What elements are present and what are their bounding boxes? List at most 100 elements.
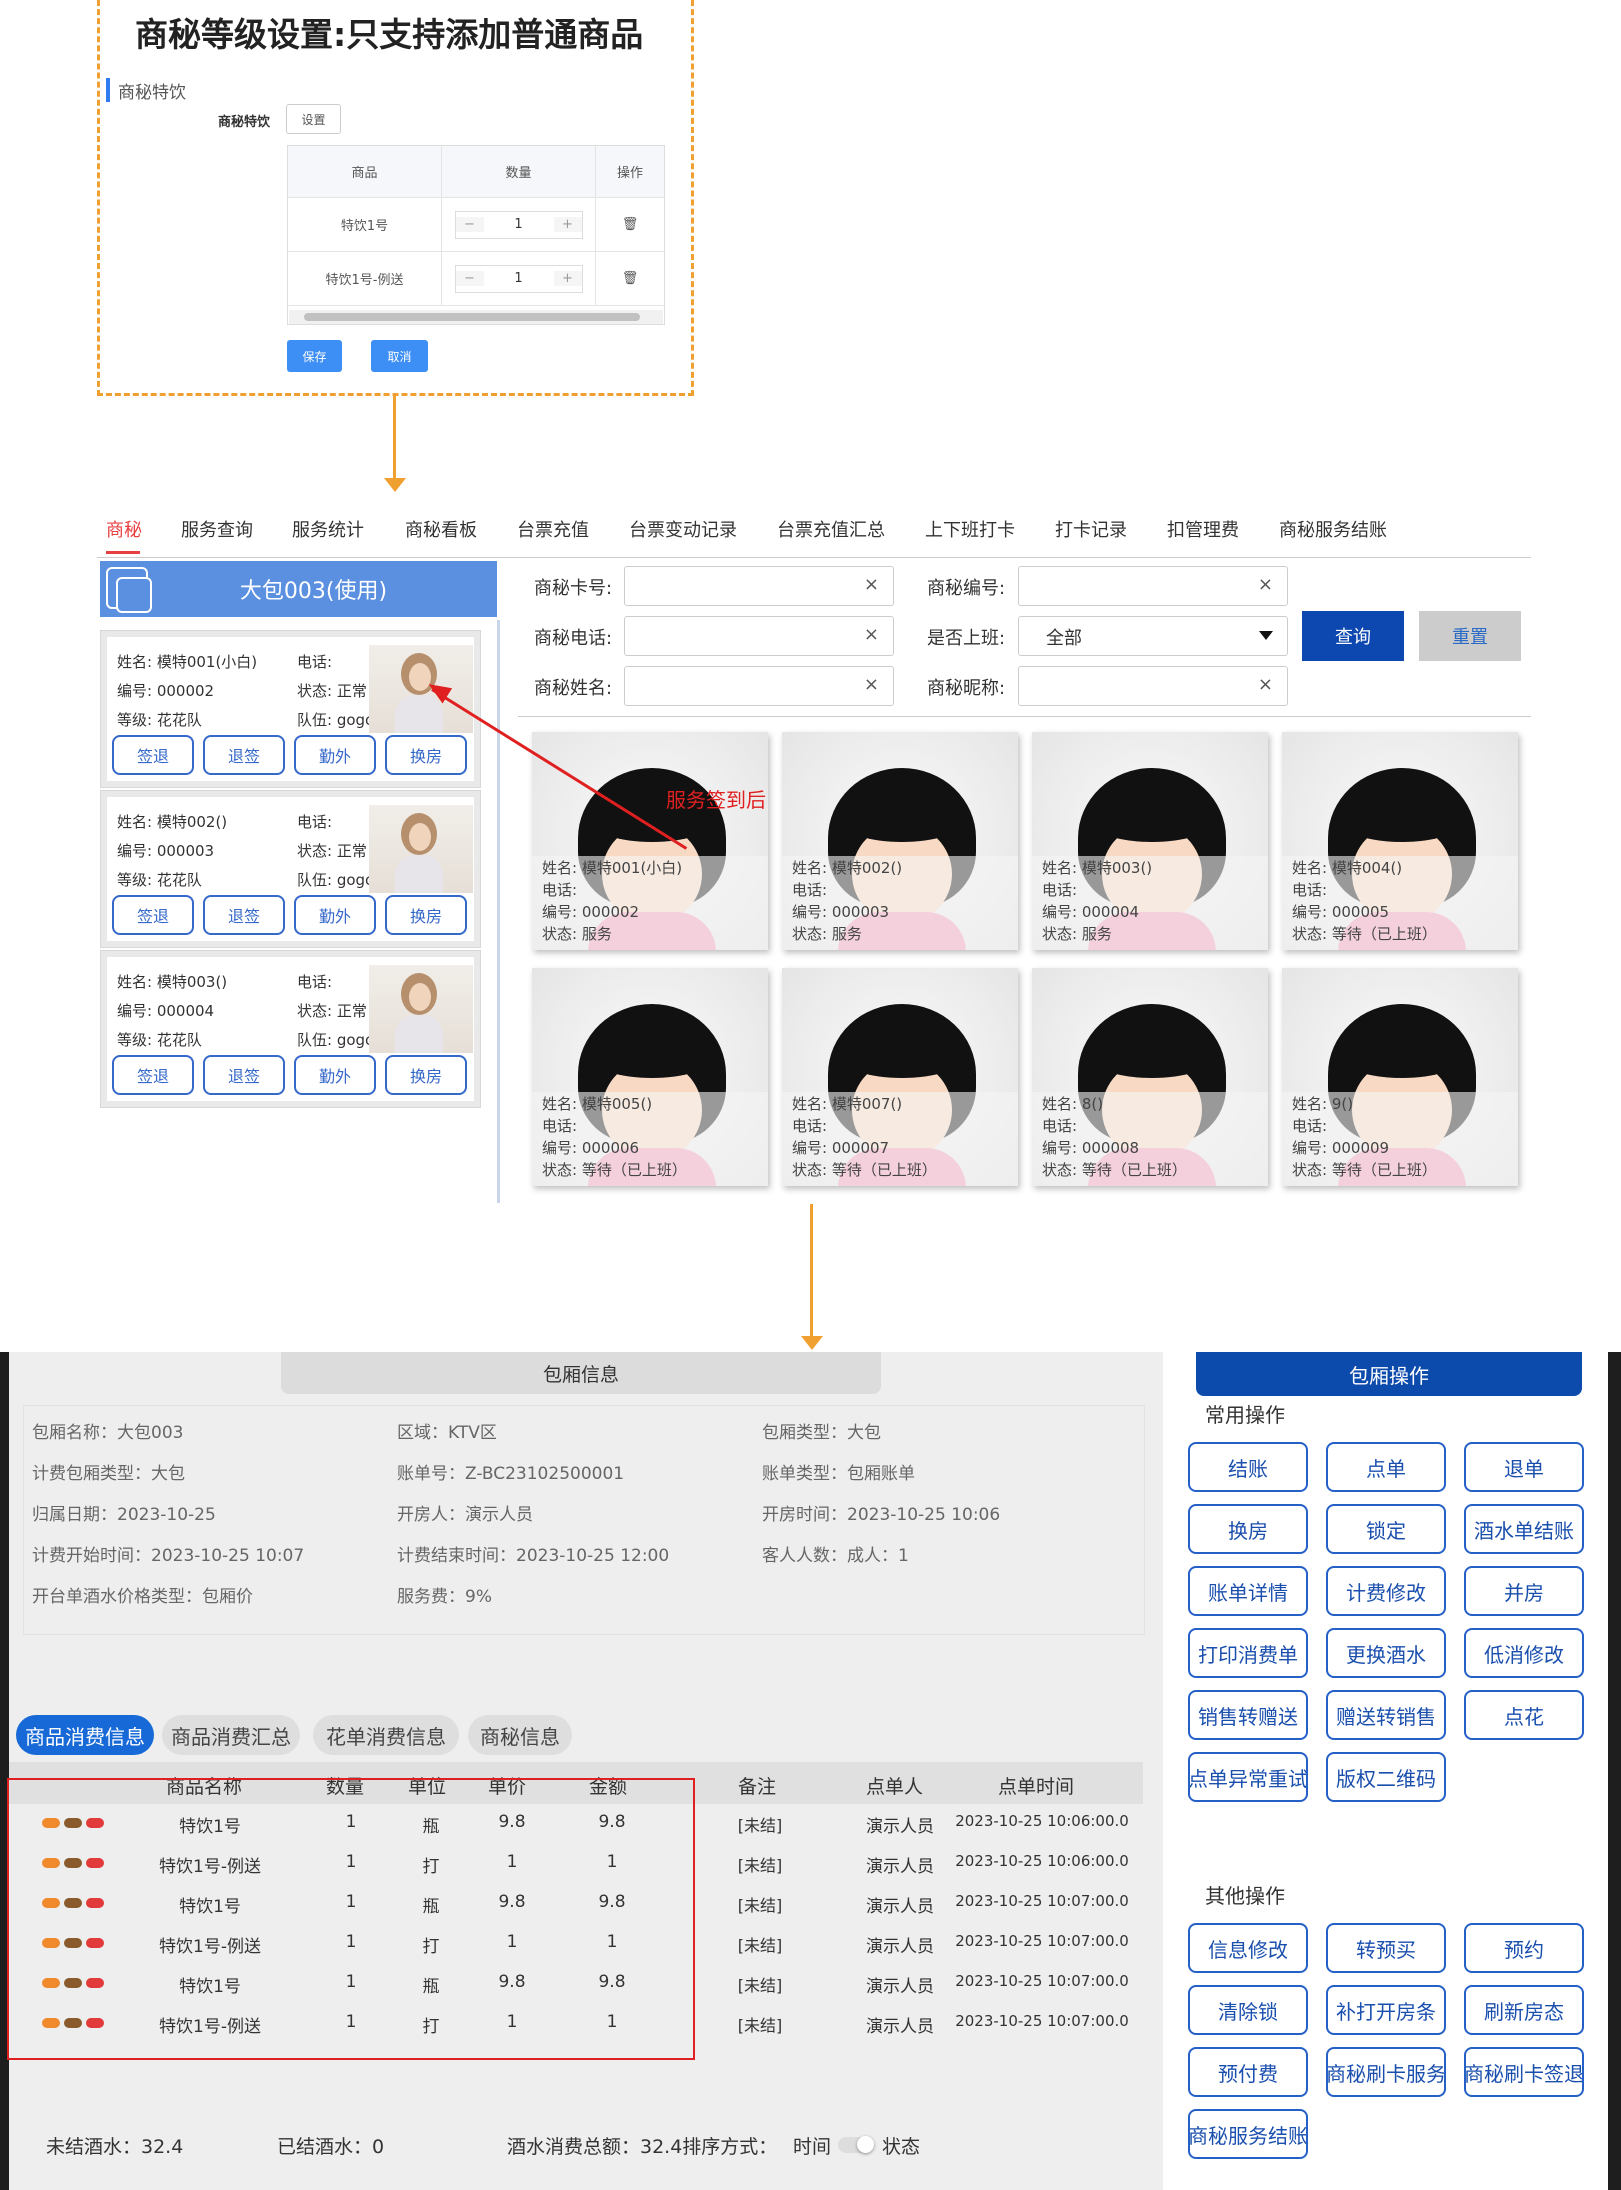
tab-dashboard[interactable]: 商秘看板: [405, 516, 477, 542]
sign-out-button[interactable]: 签退: [112, 735, 194, 775]
tab-clock-records[interactable]: 打卡记录: [1055, 516, 1127, 542]
tab-product-summary[interactable]: 商品消费汇总: [162, 1715, 300, 1755]
cancel-button[interactable]: 取消: [371, 340, 428, 372]
model-phone: 电话:: [792, 1117, 828, 1135]
code-input[interactable]: ×: [1018, 566, 1288, 606]
tab-flower-consume[interactable]: 花单消费信息: [313, 1715, 459, 1755]
model-card[interactable]: 姓名: 模特003() 电话: 编号: 000004 状态: 服务: [1032, 732, 1268, 950]
product-name: 特饮1号: [288, 198, 442, 251]
cancel-sign-button[interactable]: 退签: [203, 895, 285, 935]
change-room-button[interactable]: 换房: [385, 735, 467, 775]
op-button[interactable]: 预付费: [1188, 2047, 1308, 2097]
sign-out-button[interactable]: 签退: [112, 895, 194, 935]
op-button[interactable]: 退单: [1464, 1442, 1584, 1492]
trash-icon[interactable]: 🗑: [596, 198, 664, 251]
row-remark: [未结]: [737, 1896, 783, 1915]
cancel-sign-button[interactable]: 退签: [203, 1055, 285, 1095]
outside-duty-button[interactable]: 勤外: [294, 735, 376, 775]
quantity-stepper[interactable]: − 1 +: [454, 210, 583, 239]
phone-input[interactable]: ×: [624, 616, 894, 656]
tab-service-stats[interactable]: 服务统计: [292, 516, 364, 542]
tab-shangmi[interactable]: 商秘: [106, 516, 142, 542]
cancel-sign-button[interactable]: 退签: [203, 735, 285, 775]
tab-shangmi-info[interactable]: 商秘信息: [468, 1715, 572, 1755]
op-button[interactable]: 预约: [1464, 1923, 1584, 1973]
op-button[interactable]: 锁定: [1326, 1504, 1446, 1554]
op-button[interactable]: 并房: [1464, 1566, 1584, 1616]
op-button[interactable]: 酒水单结账: [1464, 1504, 1584, 1554]
tab-recharge-summary[interactable]: 台票充值汇总: [777, 516, 885, 542]
onduty-value[interactable]: 全部: [1046, 624, 1082, 650]
op-button[interactable]: 更换酒水: [1326, 1628, 1446, 1678]
clear-icon[interactable]: ×: [864, 574, 879, 595]
op-button[interactable]: 转预买: [1326, 1923, 1446, 1973]
set-button[interactable]: 设置: [286, 104, 341, 134]
room-title: 大包003(使用): [239, 579, 388, 604]
clear-icon[interactable]: ×: [1258, 674, 1273, 695]
outside-duty-button[interactable]: 勤外: [294, 1055, 376, 1095]
op-button[interactable]: 换房: [1188, 1504, 1308, 1554]
op-button[interactable]: 打印消费单: [1188, 1628, 1308, 1678]
minus-button[interactable]: −: [455, 271, 484, 286]
op-button[interactable]: 信息修改: [1188, 1923, 1308, 1973]
tab-service-checkout[interactable]: 商秘服务结账: [1279, 516, 1387, 542]
plus-button[interactable]: +: [553, 217, 582, 232]
op-button[interactable]: 点单异常重试: [1188, 1752, 1308, 1802]
quantity-stepper[interactable]: − 1 +: [454, 264, 583, 293]
model-id: 编号: 000009: [1292, 1139, 1390, 1157]
plus-button[interactable]: +: [553, 271, 582, 286]
name-input[interactable]: ×: [624, 666, 894, 706]
minus-button[interactable]: −: [455, 217, 484, 232]
model-id: 编号: 000006: [542, 1139, 640, 1157]
caret-down-icon[interactable]: [1259, 631, 1273, 640]
reset-button[interactable]: 重置: [1419, 611, 1521, 661]
clear-icon[interactable]: ×: [864, 624, 879, 645]
op-button[interactable]: 补打开房条: [1326, 1985, 1446, 2035]
nick-input[interactable]: ×: [1018, 666, 1288, 706]
model-card[interactable]: 姓名: 模特007() 电话: 编号: 000007 状态: 等待（已上班）: [782, 968, 1018, 1186]
tab-mgmt-fee[interactable]: 扣管理费: [1167, 516, 1239, 542]
row-order-time: 2023-10-25 10:07:00.0: [955, 1932, 1129, 1950]
tab-clock-in[interactable]: 上下班打卡: [925, 516, 1015, 542]
op-button[interactable]: 商秘服务结账: [1188, 2109, 1308, 2159]
clear-icon[interactable]: ×: [864, 674, 879, 695]
model-card[interactable]: 姓名: 模特001(小白) 电话: 编号: 000002 状态: 服务: [532, 732, 768, 950]
op-button[interactable]: 销售转赠送: [1188, 1690, 1308, 1740]
quantity-value[interactable]: 1: [484, 217, 554, 232]
tab-ticket-recharge[interactable]: 台票充值: [517, 516, 589, 542]
save-button[interactable]: 保存: [287, 340, 342, 372]
sign-out-button[interactable]: 签退: [112, 1055, 194, 1095]
outside-duty-button[interactable]: 勤外: [294, 895, 376, 935]
op-button[interactable]: 结账: [1188, 1442, 1308, 1492]
change-room-button[interactable]: 换房: [385, 895, 467, 935]
op-button[interactable]: 商秘刷卡签退: [1464, 2047, 1584, 2097]
op-button[interactable]: 计费修改: [1326, 1566, 1446, 1616]
model-status: 状态: 等待（已上班）: [1042, 1161, 1187, 1179]
op-button[interactable]: 低消修改: [1464, 1628, 1584, 1678]
query-button[interactable]: 查询: [1302, 611, 1404, 661]
scrollbar-thumb[interactable]: [304, 313, 640, 321]
model-card[interactable]: 姓名: 模特002() 电话: 编号: 000003 状态: 服务: [782, 732, 1018, 950]
trash-icon[interactable]: 🗑: [596, 252, 664, 305]
op-button[interactable]: 点花: [1464, 1690, 1584, 1740]
model-card[interactable]: 姓名: 模特004() 电话: 编号: 000005 状态: 等待（已上班）: [1282, 732, 1518, 950]
op-button[interactable]: 账单详情: [1188, 1566, 1308, 1616]
op-button[interactable]: 点单: [1326, 1442, 1446, 1492]
op-button[interactable]: 商秘刷卡服务: [1326, 2047, 1446, 2097]
tab-product-consume[interactable]: 商品消费信息: [16, 1715, 154, 1755]
op-button[interactable]: 刷新房态: [1464, 1985, 1584, 2035]
clear-icon[interactable]: ×: [1258, 574, 1273, 595]
change-room-button[interactable]: 换房: [385, 1055, 467, 1095]
model-card[interactable]: 姓名: 模特005() 电话: 编号: 000006 状态: 等待（已上班）: [532, 968, 768, 1186]
sort-toggle-knob[interactable]: [857, 2136, 874, 2153]
tab-service-query[interactable]: 服务查询: [181, 516, 253, 542]
product-table: 商品 数量 操作 特饮1号 − 1 + 🗑 特饮1号-例送 − 1 + 🗑: [287, 145, 665, 325]
op-button[interactable]: 赠送转销售: [1326, 1690, 1446, 1740]
model-card[interactable]: 姓名: 9() 电话: 编号: 000009 状态: 等待（已上班）: [1282, 968, 1518, 1186]
op-button[interactable]: 清除锁: [1188, 1985, 1308, 2035]
quantity-value[interactable]: 1: [484, 271, 554, 286]
card-no-input[interactable]: ×: [624, 566, 894, 606]
op-button[interactable]: 版权二维码: [1326, 1752, 1446, 1802]
model-card[interactable]: 姓名: 8() 电话: 编号: 000008 状态: 等待（已上班）: [1032, 968, 1268, 1186]
tab-ticket-changes[interactable]: 台票变动记录: [629, 516, 737, 542]
